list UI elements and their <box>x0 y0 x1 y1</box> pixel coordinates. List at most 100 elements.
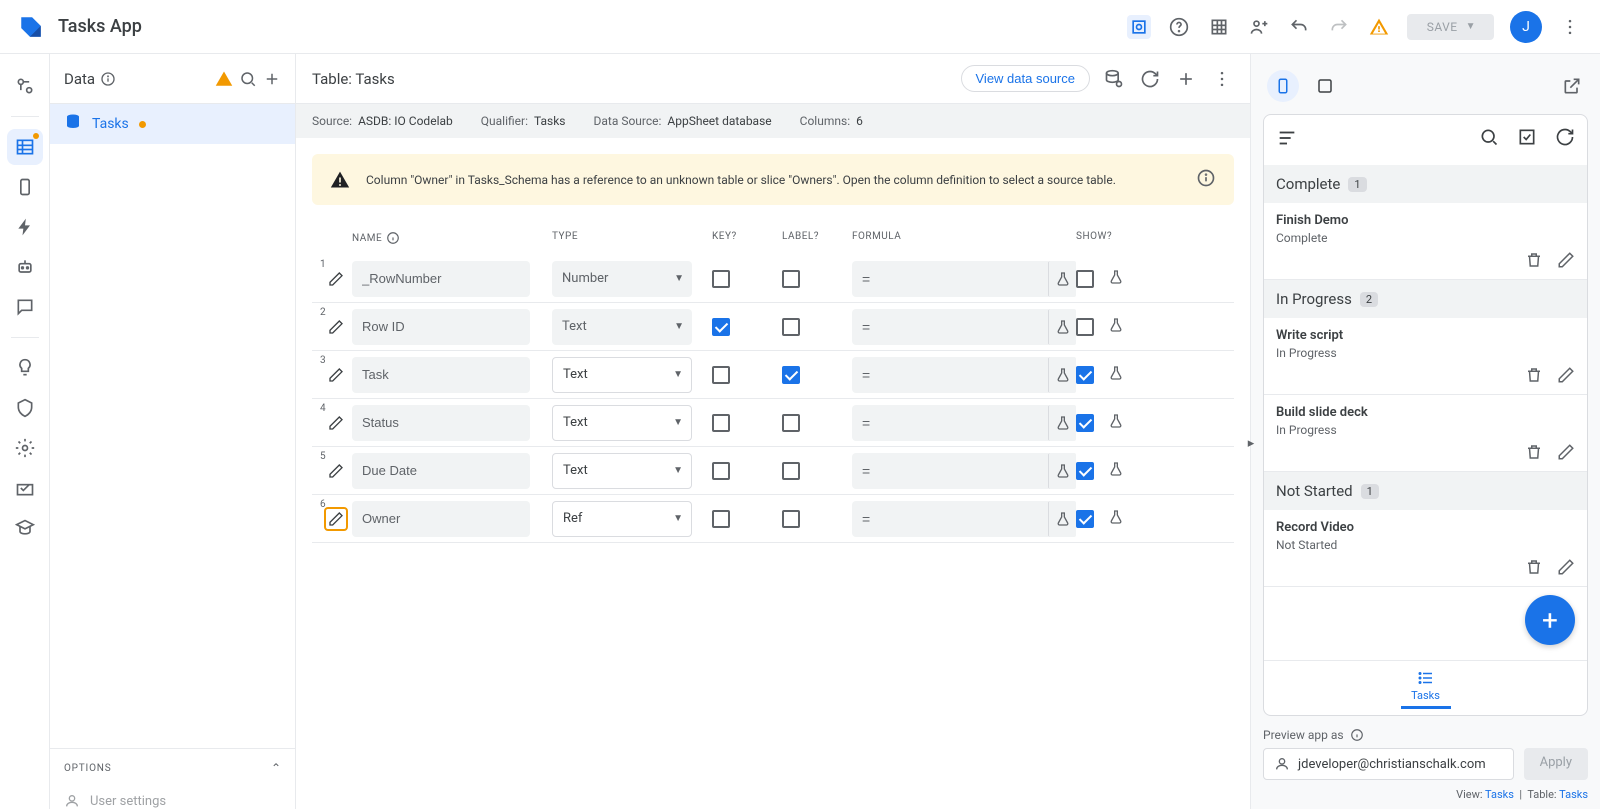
key-checkbox[interactable] <box>712 414 730 432</box>
task-item[interactable]: Build slide deckIn Progress <box>1264 395 1587 472</box>
select-icon[interactable] <box>1517 127 1537 153</box>
rail-manage[interactable] <box>7 470 43 506</box>
delete-icon[interactable] <box>1525 443 1543 465</box>
label-checkbox[interactable] <box>782 366 800 384</box>
column-type-select[interactable]: Text▼ <box>552 453 692 489</box>
nav-tasks[interactable]: Tasks <box>1401 669 1451 709</box>
more-icon[interactable] <box>1558 15 1582 39</box>
column-type-select[interactable]: Text▼ <box>552 309 692 345</box>
show-flask-icon[interactable] <box>1108 413 1124 433</box>
add-column-icon[interactable] <box>1174 67 1198 91</box>
options-toggle[interactable]: OPTIONS ⌃ <box>50 748 295 787</box>
rail-actions[interactable] <box>7 209 43 245</box>
label-checkbox[interactable] <box>782 318 800 336</box>
key-checkbox[interactable] <box>712 366 730 384</box>
column-type-select[interactable]: Number▼ <box>552 261 692 297</box>
formula-flask-button[interactable] <box>1048 405 1076 441</box>
fab-add-button[interactable]: + <box>1525 595 1575 645</box>
apply-button[interactable]: Apply <box>1524 748 1588 780</box>
view-data-source-button[interactable]: View data source <box>961 65 1091 92</box>
rail-intelligence[interactable] <box>7 350 43 386</box>
label-checkbox[interactable] <box>782 462 800 480</box>
formula-flask-button[interactable] <box>1048 309 1076 345</box>
formula-flask-button[interactable] <box>1048 261 1076 297</box>
warning-icon[interactable] <box>1367 15 1391 39</box>
collapse-arrow-icon[interactable]: ▸ <box>1245 432 1257 456</box>
column-type-select[interactable]: Text▼ <box>552 357 692 393</box>
add-icon[interactable] <box>263 67 281 91</box>
save-button[interactable]: SAVE▼ <box>1407 14 1494 40</box>
edit-column-button[interactable] <box>324 315 348 339</box>
column-name-input[interactable] <box>352 501 530 537</box>
show-flask-icon[interactable] <box>1108 365 1124 385</box>
task-item[interactable]: Finish DemoComplete <box>1264 203 1587 280</box>
label-checkbox[interactable] <box>782 510 800 528</box>
formula-input[interactable] <box>852 309 1048 345</box>
rail-data[interactable] <box>7 129 43 165</box>
column-name-input[interactable] <box>352 405 530 441</box>
search-icon[interactable] <box>239 67 257 91</box>
rail-settings[interactable] <box>7 430 43 466</box>
show-flask-icon[interactable] <box>1108 461 1124 481</box>
rail-views[interactable] <box>7 169 43 205</box>
formula-input[interactable] <box>852 261 1048 297</box>
source-settings-icon[interactable] <box>1102 67 1126 91</box>
rail-chat[interactable] <box>7 289 43 325</box>
share-icon[interactable] <box>1247 15 1271 39</box>
show-checkbox[interactable] <box>1076 318 1094 336</box>
key-checkbox[interactable] <box>712 270 730 288</box>
rail-home[interactable] <box>7 68 43 104</box>
group-header[interactable]: In Progress2 <box>1264 280 1587 318</box>
column-name-input[interactable] <box>352 309 530 345</box>
table-item-tasks[interactable]: Tasks <box>50 104 295 144</box>
formula-flask-button[interactable] <box>1048 357 1076 393</box>
info-icon[interactable] <box>1350 728 1364 742</box>
search-icon[interactable] <box>1479 127 1499 153</box>
warning-icon[interactable] <box>215 67 233 91</box>
info-icon[interactable] <box>100 71 116 87</box>
rail-learn[interactable] <box>7 510 43 546</box>
label-checkbox[interactable] <box>782 270 800 288</box>
tablet-mode-button[interactable] <box>1309 70 1341 102</box>
formula-flask-button[interactable] <box>1048 501 1076 537</box>
formula-input[interactable] <box>852 357 1048 393</box>
help-icon[interactable] <box>1167 15 1191 39</box>
edit-column-button[interactable] <box>324 267 348 291</box>
formula-flask-button[interactable] <box>1048 453 1076 489</box>
refresh-icon[interactable] <box>1138 67 1162 91</box>
show-checkbox[interactable] <box>1076 462 1094 480</box>
preview-icon[interactable] <box>1127 15 1151 39</box>
preview-email-input[interactable]: jdeveloper@christianschalk.com <box>1263 748 1514 780</box>
show-flask-icon[interactable] <box>1108 509 1124 529</box>
edit-column-button[interactable] <box>324 411 348 435</box>
open-new-icon[interactable] <box>1560 74 1584 98</box>
show-checkbox[interactable] <box>1076 414 1094 432</box>
task-item[interactable]: Write scriptIn Progress <box>1264 318 1587 395</box>
edit-column-button[interactable] <box>324 507 348 531</box>
avatar[interactable]: J <box>1510 11 1542 43</box>
edit-icon[interactable] <box>1557 251 1575 273</box>
sort-icon[interactable] <box>1276 127 1298 153</box>
column-name-input[interactable] <box>352 357 530 393</box>
redo-icon[interactable] <box>1327 15 1351 39</box>
grid-icon[interactable] <box>1207 15 1231 39</box>
edit-icon[interactable] <box>1557 558 1575 580</box>
group-header[interactable]: Complete1 <box>1264 165 1587 203</box>
column-type-select[interactable]: Ref▼ <box>552 501 692 537</box>
rail-bot[interactable] <box>7 249 43 285</box>
delete-icon[interactable] <box>1525 251 1543 273</box>
more-icon[interactable] <box>1210 67 1234 91</box>
formula-input[interactable] <box>852 501 1048 537</box>
formula-input[interactable] <box>852 405 1048 441</box>
edit-icon[interactable] <box>1557 443 1575 465</box>
column-name-input[interactable] <box>352 261 530 297</box>
column-name-input[interactable] <box>352 453 530 489</box>
mobile-mode-button[interactable] <box>1267 70 1299 102</box>
task-item[interactable]: Record VideoNot Started <box>1264 510 1587 587</box>
column-type-select[interactable]: Text▼ <box>552 405 692 441</box>
delete-icon[interactable] <box>1525 366 1543 388</box>
show-checkbox[interactable] <box>1076 270 1094 288</box>
undo-icon[interactable] <box>1287 15 1311 39</box>
user-settings-item[interactable]: User settings <box>50 787 295 809</box>
edit-column-button[interactable] <box>324 459 348 483</box>
